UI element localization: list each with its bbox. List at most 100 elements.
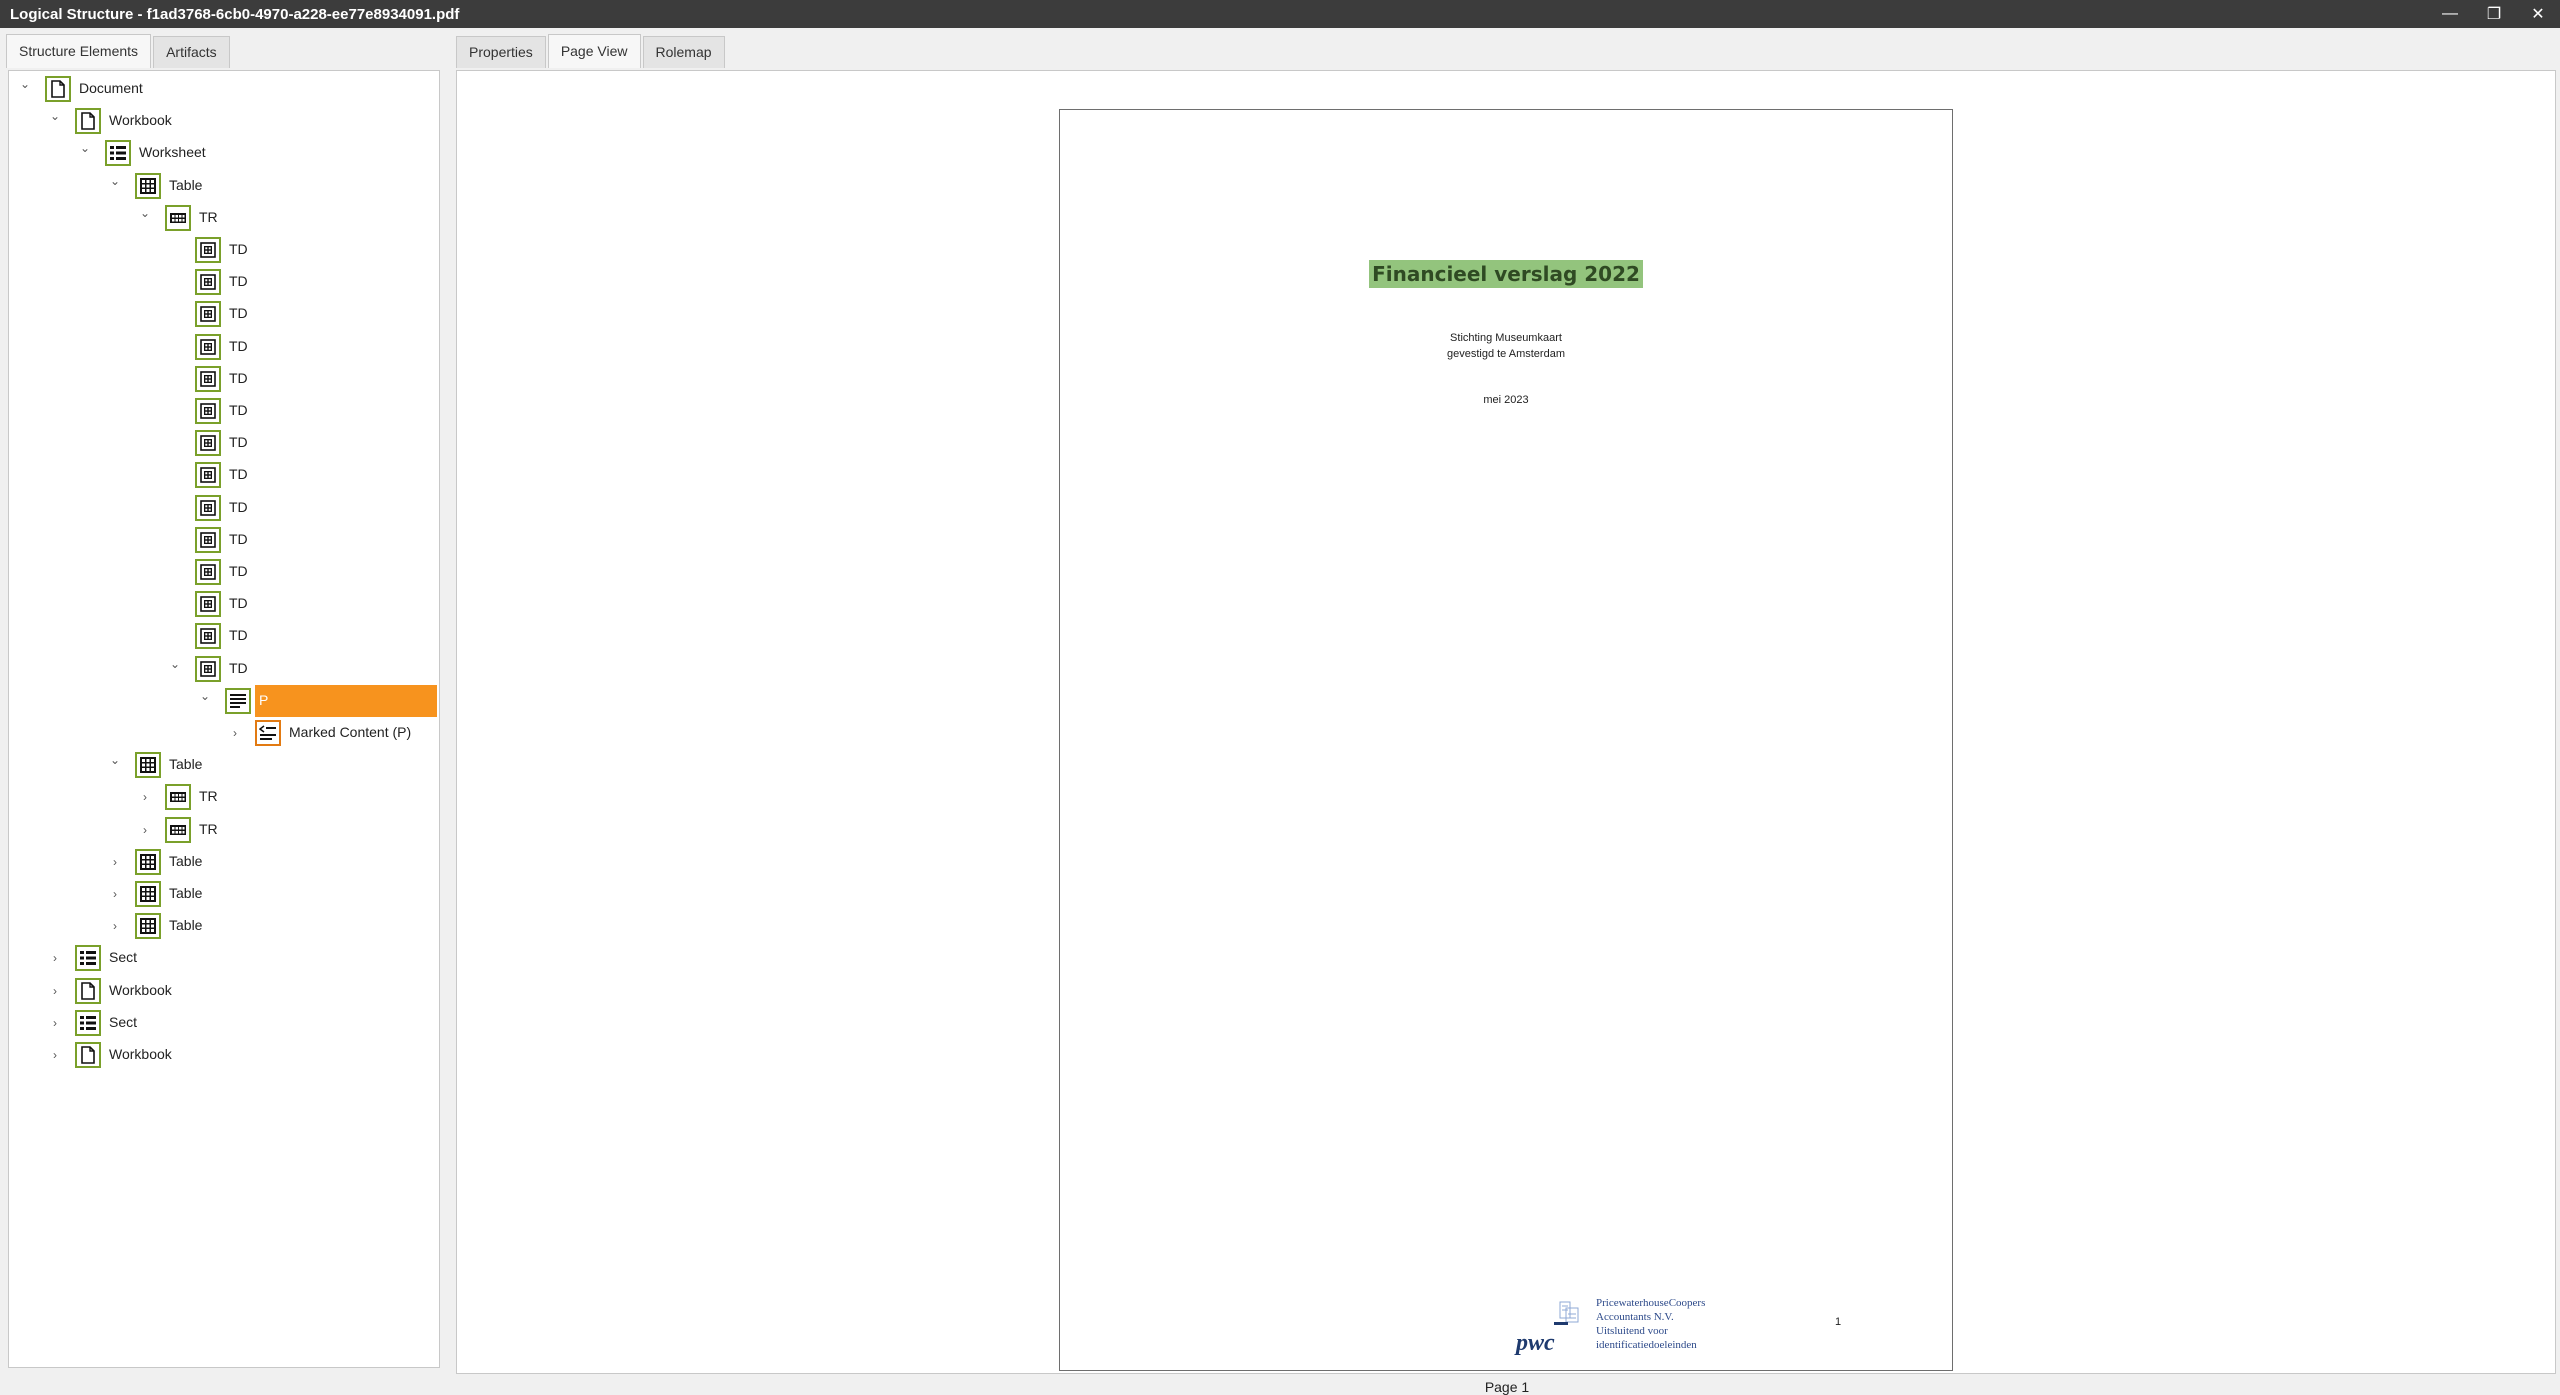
chevron-down-icon[interactable]: ⌄ bbox=[47, 108, 63, 124]
tree-node[interactable]: TD bbox=[9, 492, 439, 524]
chevron-down-icon[interactable]: ⌄ bbox=[197, 688, 213, 704]
table-cell-icon bbox=[200, 435, 216, 451]
tree-node[interactable]: TD bbox=[9, 298, 439, 330]
tree-node[interactable]: › Sect bbox=[9, 942, 439, 974]
viewer-panel: Properties Page View Rolemap Financieel … bbox=[456, 34, 2556, 1395]
tab-structure-elements[interactable]: Structure Elements bbox=[6, 34, 152, 68]
tree-node[interactable]: › TR bbox=[9, 781, 439, 813]
chevron-down-icon[interactable]: ⌄ bbox=[17, 76, 33, 92]
tree-node-label: TD bbox=[229, 595, 248, 612]
restore-button[interactable]: ❐ bbox=[2472, 0, 2516, 28]
tree-node[interactable]: TD bbox=[9, 395, 439, 427]
node-icon bbox=[195, 301, 221, 328]
tree-node[interactable]: TD bbox=[9, 363, 439, 395]
node-icon bbox=[195, 655, 221, 682]
table-icon bbox=[140, 757, 156, 774]
tree-node[interactable]: TD bbox=[9, 556, 439, 588]
chevron-down-icon[interactable]: ⌄ bbox=[137, 205, 153, 221]
tree-node[interactable]: ⌄ TD bbox=[9, 653, 439, 685]
tree-node[interactable]: TD bbox=[9, 427, 439, 459]
chevron-right-icon[interactable]: › bbox=[137, 789, 153, 805]
tree-node[interactable]: ⌄ Document bbox=[9, 73, 439, 105]
table-icon bbox=[140, 886, 156, 902]
node-icon bbox=[195, 591, 221, 618]
doc-date: mei 2023 bbox=[1483, 394, 1529, 406]
tree-node[interactable]: › TR bbox=[9, 814, 439, 846]
chevron-down-icon[interactable]: ⌄ bbox=[167, 656, 183, 672]
tree-node-label: Table bbox=[169, 176, 203, 193]
org-location: gevestigd te Amsterdam bbox=[1446, 348, 1565, 360]
pdf-page[interactable]: Financieel verslag 2022 Stichting Museum… bbox=[1059, 109, 1953, 1371]
chevron-right-icon[interactable]: › bbox=[107, 854, 123, 870]
footer-line: Accountants N.V. bbox=[1596, 1311, 1674, 1323]
node-icon bbox=[255, 720, 281, 746]
tree-node[interactable]: ⌄ Table bbox=[9, 170, 439, 202]
tree-node[interactable]: TD bbox=[9, 331, 439, 363]
chevron-right-icon[interactable]: › bbox=[227, 725, 243, 741]
window-title: Logical Structure - f1ad3768-6cb0-4970-a… bbox=[10, 5, 460, 23]
tab-properties[interactable]: Properties bbox=[456, 36, 546, 68]
tree-node[interactable]: › Table bbox=[9, 846, 439, 878]
tree-node-label: TD bbox=[229, 466, 248, 483]
node-icon bbox=[135, 752, 161, 779]
tree-node[interactable]: ⌄ Table bbox=[9, 749, 439, 781]
tree-node[interactable]: › Table bbox=[9, 878, 439, 910]
structure-panel: Structure Elements Artifacts ⌄ Document ⌄ W… bbox=[6, 34, 442, 1372]
table-icon bbox=[140, 177, 156, 194]
tree-node-label: TD bbox=[229, 369, 248, 386]
tree-node-label: TD bbox=[229, 530, 248, 547]
chevron-right-icon[interactable]: › bbox=[47, 983, 63, 999]
tree-node[interactable]: ⌄ Workbook bbox=[9, 105, 439, 137]
chevron-right-icon[interactable]: › bbox=[107, 886, 123, 902]
tree-node[interactable]: TD bbox=[9, 266, 439, 298]
tree-node-label: TD bbox=[229, 434, 248, 451]
tree-node[interactable]: ⌄ P bbox=[9, 684, 439, 717]
node-icon bbox=[105, 140, 131, 167]
chevron-right-icon[interactable]: › bbox=[137, 822, 153, 838]
list-icon bbox=[110, 146, 126, 161]
tree-node[interactable]: › Marked Content (P) bbox=[9, 717, 439, 749]
tab-page-view[interactable]: Page View bbox=[547, 34, 641, 68]
node-icon bbox=[135, 172, 161, 199]
chevron-down-icon[interactable]: ⌄ bbox=[77, 140, 93, 156]
page-viewer[interactable]: Financieel verslag 2022 Stichting Museum… bbox=[456, 70, 2556, 1395]
table-cell-icon bbox=[200, 306, 216, 323]
node-icon bbox=[195, 494, 221, 521]
footer-line: identificatiedoeleinden bbox=[1596, 1339, 1697, 1351]
tree-node[interactable]: ⌄ Worksheet bbox=[9, 137, 439, 169]
tab-rolemap[interactable]: Rolemap bbox=[642, 36, 725, 68]
tree-node[interactable]: › Table bbox=[9, 910, 439, 942]
chevron-right-icon[interactable]: › bbox=[47, 1015, 63, 1031]
tree-node-label: TR bbox=[199, 788, 218, 805]
pwc-wordmark: pwc bbox=[1516, 1330, 1555, 1356]
tree-node-label: TD bbox=[229, 241, 248, 257]
tree-node[interactable]: TD bbox=[9, 234, 439, 266]
tree-node[interactable]: TD bbox=[9, 524, 439, 556]
tab-artifacts[interactable]: Artifacts bbox=[153, 36, 230, 68]
table-cell-icon bbox=[200, 596, 216, 612]
node-icon bbox=[195, 398, 221, 424]
title-bar: Logical Structure - f1ad3768-6cb0-4970-a… bbox=[0, 0, 2560, 28]
chevron-right-icon[interactable]: › bbox=[47, 1047, 63, 1063]
tree-node[interactable]: › Workbook bbox=[9, 975, 439, 1007]
tree-node[interactable]: TD bbox=[9, 588, 439, 620]
close-button[interactable]: ✕ bbox=[2516, 0, 2560, 28]
tree-node[interactable]: › Workbook bbox=[9, 1039, 439, 1071]
chevron-down-icon[interactable]: ⌄ bbox=[107, 752, 123, 768]
table-row-icon bbox=[170, 212, 186, 223]
tree-node[interactable]: › Sect bbox=[9, 1007, 439, 1039]
tree-node[interactable]: TD bbox=[9, 620, 439, 652]
tree-node[interactable]: TD bbox=[9, 459, 439, 491]
tree-node-label: TD bbox=[229, 337, 248, 354]
chevron-down-icon[interactable]: ⌄ bbox=[107, 173, 123, 189]
structure-tree[interactable]: ⌄ Document ⌄ Workbook ⌄ Worksheet ⌄ Table ⌄ TR TD T… bbox=[8, 70, 440, 1368]
chevron-right-icon[interactable]: › bbox=[107, 918, 123, 934]
table-cell-icon bbox=[200, 242, 216, 258]
table-cell-icon bbox=[200, 531, 216, 548]
node-icon bbox=[75, 1042, 101, 1068]
minimize-button[interactable]: — bbox=[2428, 0, 2472, 28]
tree-node[interactable]: ⌄ TR bbox=[9, 202, 439, 234]
list-icon bbox=[80, 1015, 96, 1030]
chevron-right-icon[interactable]: › bbox=[47, 950, 63, 966]
tree-node-label: Table bbox=[169, 917, 203, 934]
